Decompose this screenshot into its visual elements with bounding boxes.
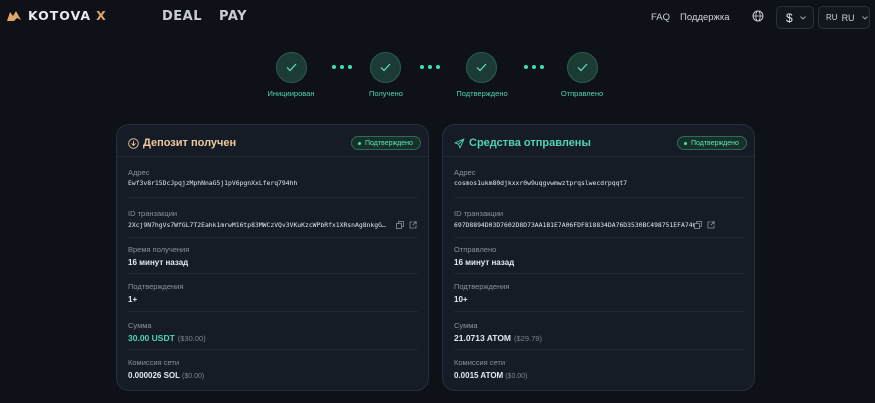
status-badge: Подтверждено — [351, 136, 421, 150]
support-link[interactable]: Поддержка — [680, 12, 730, 23]
step-3-check — [466, 52, 497, 83]
currency-selector[interactable]: $ — [776, 6, 814, 29]
amount-label: Сумма — [128, 321, 152, 330]
check-icon — [577, 63, 588, 72]
currency-symbol: $ — [786, 10, 793, 25]
step-label-sent: Отправлено — [560, 89, 604, 98]
status-badge: Подтверждено — [677, 136, 747, 150]
amount-usd: ($29.79) — [514, 334, 542, 343]
txid-label: ID транзакции — [128, 209, 178, 218]
brand-name: KOTOVA — [28, 8, 92, 23]
address-value: cosmos1ukm80djkxxr0w9uqgvwmwztprqslwecdr… — [454, 179, 628, 187]
step-connector — [420, 65, 440, 69]
send-icon — [454, 138, 465, 149]
status-badge-text: Подтверждено — [365, 139, 413, 147]
confirmations-value: 10+ — [454, 295, 468, 304]
network-fee-label: Комиссия сети — [454, 358, 506, 367]
confirmations-label: Подтверждения — [454, 282, 510, 291]
step-2-check — [370, 52, 401, 83]
amount-crypto: 21.0713 ATOM — [454, 333, 512, 343]
sent-time-value: 16 минут назад — [454, 258, 515, 267]
received-time-label: Время получения — [128, 245, 190, 254]
amount-crypto: 30.00 USDT — [128, 333, 175, 343]
confirmations-label: Подтверждения — [128, 282, 184, 291]
amount-value: 21.0713 ATOM ($29.79) — [454, 333, 542, 343]
language-selector[interactable]: RU RU — [818, 6, 870, 29]
download-circle-icon — [128, 138, 139, 149]
sent-card: Средства отправлены Подтверждено Адрес c… — [442, 124, 755, 391]
fee-crypto: 0.0015 ATOM — [454, 371, 504, 380]
txid-value: 697D8894D03D7602D8D73AA1B1E7A06FDF818834… — [454, 221, 694, 229]
address-label: Адрес — [128, 168, 150, 177]
status-badge-text: Подтверждено — [691, 139, 739, 147]
brand-x: X — [96, 8, 107, 23]
step-label-received: Получено — [369, 89, 403, 98]
external-link-icon[interactable] — [409, 221, 417, 229]
check-icon — [286, 63, 297, 72]
chevron-down-icon — [861, 15, 868, 20]
amount-value: 30.00 USDT ($30.00) — [128, 333, 206, 343]
step-connector — [524, 65, 544, 69]
external-link-icon[interactable] — [707, 221, 715, 229]
fee-usd: ($0.00) — [505, 373, 528, 380]
fee-usd: ($0.00) — [182, 373, 205, 380]
step-label-initiated: Инициирован — [267, 89, 315, 98]
sent-title: Средства отправлены — [469, 137, 591, 149]
check-icon — [476, 63, 487, 72]
txid-value: 2Xcj9N7hgVs7WfGL7T2Eahk1mrwM16tp83MWCzVQ… — [128, 221, 388, 229]
copy-icon[interactable] — [694, 221, 702, 229]
address-label: Адрес — [454, 168, 476, 177]
confirmations-value: 1+ — [128, 295, 138, 304]
amount-label: Сумма — [454, 321, 478, 330]
fee-crypto: 0.000026 SOL — [128, 371, 181, 380]
language-flag: RU — [826, 13, 838, 22]
txid-label: ID транзакции — [454, 209, 504, 218]
network-fee-label: Комиссия сети — [128, 358, 180, 367]
network-fee-value: 0.0015 ATOM ($0.00) — [454, 371, 527, 380]
brand-logo[interactable]: KOTOVA X — [6, 8, 107, 23]
top-header: KOTOVA X DEAL PAY FAQ Поддержка $ RU RU — [0, 0, 875, 34]
step-1-check — [276, 52, 307, 83]
received-time-value: 16 минут назад — [128, 258, 189, 267]
step-connector — [332, 65, 352, 69]
address-value: Ewf3v8r15DcJpqjzMphNnaG5j1pV6pgnXxLferq7… — [128, 179, 298, 187]
nav-pay[interactable]: PAY — [219, 9, 247, 24]
deposit-card: Депозит получен Подтверждено Адрес Ewf3v… — [116, 124, 429, 391]
deposit-title: Депозит получен — [143, 137, 237, 149]
step-label-confirmed: Подтверждено — [456, 89, 508, 98]
language-code: RU — [841, 12, 855, 23]
cat-logo-icon — [7, 10, 21, 21]
amount-usd: ($30.00) — [177, 334, 206, 343]
sent-time-label: Отправлено — [454, 245, 497, 254]
network-fee-value: 0.000026 SOL ($0.00) — [128, 371, 204, 380]
nav-deal[interactable]: DEAL — [162, 9, 202, 24]
chevron-down-icon — [799, 15, 806, 20]
copy-icon[interactable] — [396, 221, 404, 229]
step-4-check — [567, 52, 598, 83]
globe-icon[interactable] — [752, 10, 764, 22]
check-icon — [380, 63, 391, 72]
faq-link[interactable]: FAQ — [651, 12, 670, 23]
